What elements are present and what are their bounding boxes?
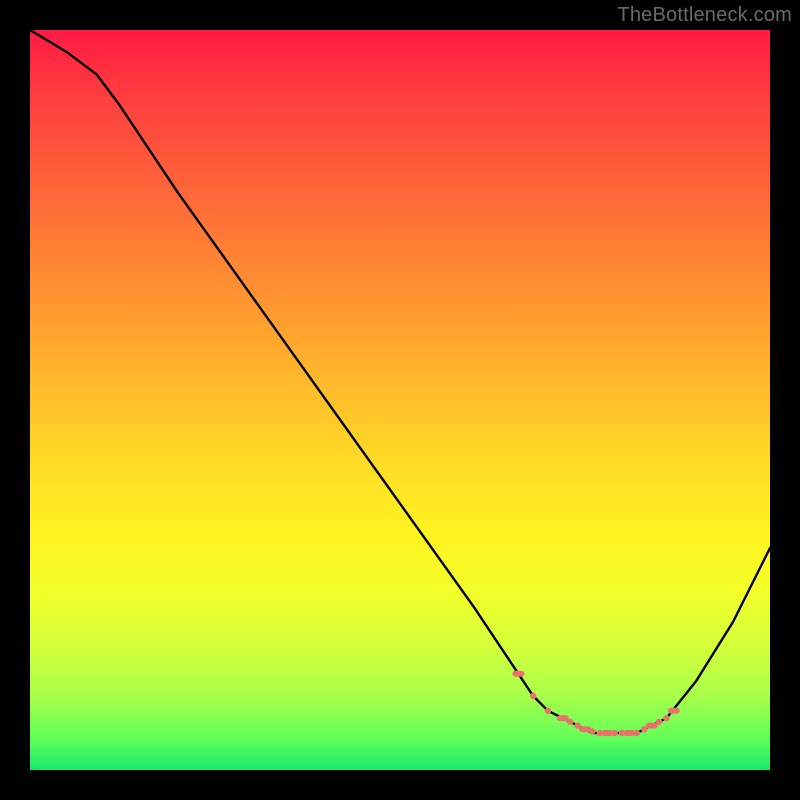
marker-dot: [579, 726, 591, 732]
marker-dot: [512, 671, 524, 677]
marker-dot: [589, 728, 595, 734]
marker-dot: [530, 693, 536, 699]
marker-dot: [567, 719, 573, 725]
marker-dot: [668, 708, 680, 714]
marker-dot: [646, 723, 658, 729]
bottleneck-curve: [30, 30, 770, 733]
marker-dot: [656, 719, 662, 725]
marker-dot: [611, 730, 617, 736]
marker-dot: [634, 730, 640, 736]
optimal-range-dots: [512, 671, 679, 736]
marker-dot: [545, 708, 551, 714]
watermark-text: TheBottleneck.com: [617, 4, 792, 27]
chart-frame: TheBottleneck.com: [0, 0, 800, 800]
marker-dot: [663, 715, 669, 721]
marker-dot: [557, 715, 569, 721]
curve-svg: [30, 30, 770, 770]
plot-area: [30, 30, 770, 770]
